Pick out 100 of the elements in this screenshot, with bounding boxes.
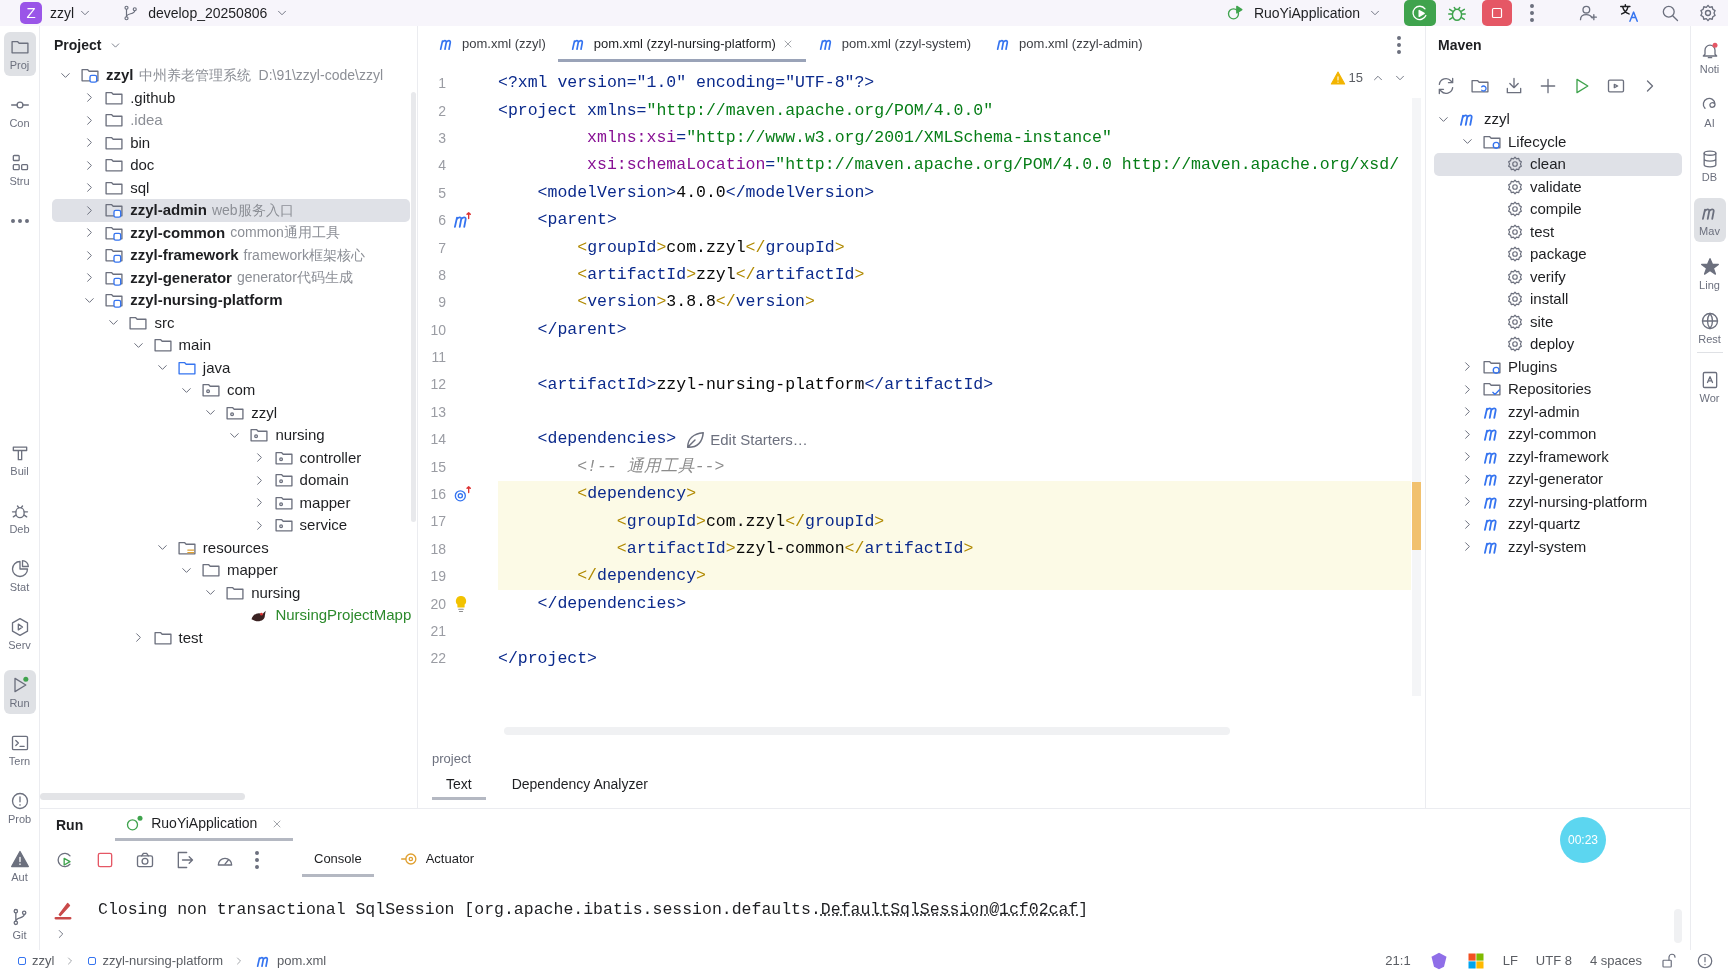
tree-row[interactable]: nursing: [52, 424, 410, 447]
tree-row[interactable]: zzyl: [52, 401, 410, 424]
tree-row[interactable]: resources: [52, 536, 410, 559]
tree-row[interactable]: mapper: [52, 491, 410, 514]
tree-row[interactable]: zzyl-nursing-platform: [1434, 490, 1682, 513]
editor-tab[interactable]: pom.xml (zzyl-system): [805, 28, 984, 62]
tree-row[interactable]: doc: [52, 154, 410, 177]
project-selector[interactable]: zzyl: [50, 2, 93, 24]
tree-row[interactable]: zzyl-common common通用工具: [52, 221, 410, 244]
tree-row[interactable]: test: [52, 626, 410, 649]
tool-window-button[interactable]: Stat: [3, 554, 36, 598]
breadcrumb-item[interactable]: zzyl-nursing-platform: [86, 951, 224, 971]
tool-window-button[interactable]: Run: [3, 670, 36, 714]
tree-row[interactable]: clean: [1434, 153, 1682, 176]
editor-view-tab[interactable]: Dependency Analyzer: [497, 772, 662, 800]
tree-row[interactable]: deploy: [1434, 333, 1682, 356]
tree-row[interactable]: zzyl-common: [1434, 423, 1682, 446]
tree-row[interactable]: Plugins: [1434, 355, 1682, 378]
tree-row[interactable]: mapper: [52, 559, 410, 582]
editor-breadcrumb[interactable]: project: [432, 748, 1425, 768]
tree-row[interactable]: verify: [1434, 265, 1682, 288]
tree-row[interactable]: package: [1434, 243, 1682, 266]
tree-row[interactable]: domain: [52, 469, 410, 492]
tree-row[interactable]: zzyl-generator: [1434, 468, 1682, 491]
indent-setting[interactable]: 4 spaces: [1589, 951, 1642, 971]
tool-window-button[interactable]: Aut: [3, 844, 36, 888]
tool-window-button[interactable]: Wor: [1693, 365, 1726, 409]
console-tab[interactable]: Console: [302, 843, 374, 877]
tree-row[interactable]: sql: [52, 176, 410, 199]
tree-row[interactable]: NursingProjectMapp: [52, 604, 410, 627]
caret-position[interactable]: 21:1: [1385, 951, 1411, 971]
tree-row[interactable]: zzyl-framework: [1434, 445, 1682, 468]
editor-view-tab[interactable]: Text: [432, 772, 486, 800]
tree-row[interactable]: Repositories: [1434, 378, 1682, 401]
tree-row[interactable]: Lifecycle: [1434, 130, 1682, 153]
tree-row[interactable]: zzyl-generator generator代码生成: [52, 266, 410, 289]
refresh-button[interactable]: [1436, 76, 1456, 96]
tool-window-button[interactable]: Prob: [3, 786, 36, 830]
tree-row[interactable]: zzyl-framework framework框架核心: [52, 244, 410, 267]
stop-button[interactable]: [1482, 0, 1512, 26]
editor-tab[interactable]: pom.xml (zzyl-admin): [983, 28, 1155, 62]
tree-row[interactable]: zzyl-nursing-platform: [52, 289, 410, 312]
search-button[interactable]: [1660, 3, 1680, 23]
tool-window-button[interactable]: Mav: [1693, 198, 1726, 242]
tool-window-button[interactable]: Deb: [3, 496, 36, 540]
tree-row[interactable]: main: [52, 334, 410, 357]
tool-window-button[interactable]: Ling: [1693, 252, 1726, 296]
tool-window-button[interactable]: Tern: [3, 728, 36, 772]
tree-row[interactable]: validate: [1434, 175, 1682, 198]
tool-window-button[interactable]: Con: [3, 90, 36, 134]
download-button[interactable]: [1504, 76, 1524, 96]
tree-row[interactable]: controller: [52, 446, 410, 469]
tree-row[interactable]: zzyl-admin web服务入口: [52, 199, 410, 222]
tree-row[interactable]: com: [52, 379, 410, 402]
project-badge[interactable]: Z: [20, 2, 42, 24]
breadcrumb-item[interactable]: zzyl: [16, 951, 55, 971]
more-button[interactable]: [1530, 4, 1534, 22]
tree-row[interactable]: bin: [52, 131, 410, 154]
tree-row[interactable]: zzyl: [1434, 108, 1682, 131]
tree-row[interactable]: src: [52, 311, 410, 334]
tree-row[interactable]: test: [1434, 220, 1682, 243]
more-button[interactable]: [1397, 36, 1401, 54]
tree-row[interactable]: java: [52, 356, 410, 379]
console-link[interactable]: DefaultSqlSession@1cf02caf: [820, 899, 1079, 919]
run-tab[interactable]: RuoYiApplication: [115, 809, 294, 841]
tree-row[interactable]: service: [52, 514, 410, 537]
editor-tab[interactable]: pom.xml (zzyl-nursing-platform): [557, 28, 806, 62]
run-config-selector[interactable]: RuoYiApplication: [1225, 2, 1382, 24]
tool-window-button[interactable]: Rest: [1693, 306, 1726, 350]
tool-window-button[interactable]: Git: [3, 902, 36, 946]
tree-row[interactable]: zzyl-system: [1434, 535, 1682, 558]
tree-row[interactable]: zzyl 中州养老管理系统 D:\91\zzyl-code\zzyl: [52, 64, 410, 87]
tool-window-button[interactable]: Stru: [3, 148, 36, 192]
tree-row[interactable]: compile: [1434, 198, 1682, 221]
tree-row[interactable]: site: [1434, 310, 1682, 333]
translate-button[interactable]: [1618, 2, 1640, 24]
run-button[interactable]: [1404, 0, 1436, 26]
tree-row[interactable]: zzyl-quartz: [1434, 513, 1682, 536]
scrollbar[interactable]: [411, 92, 416, 522]
more-button[interactable]: [252, 851, 262, 869]
warning-count[interactable]: 15: [1329, 68, 1363, 88]
tree-row[interactable]: .github: [52, 86, 410, 109]
tree-row[interactable]: zzyl-admin: [1434, 400, 1682, 423]
tool-window-button[interactable]: Proj: [3, 32, 36, 76]
editor-tab[interactable]: pom.xml (zzyl): [426, 28, 558, 62]
file-encoding[interactable]: UTF 8: [1535, 951, 1572, 971]
tool-window-button[interactable]: Buil: [3, 438, 36, 482]
branch-selector[interactable]: develop_20250806: [122, 2, 290, 24]
edit-starters-link[interactable]: Edit Starters…: [710, 428, 808, 451]
settings-button[interactable]: [1698, 3, 1718, 23]
scrollbar[interactable]: [40, 793, 245, 800]
plus-button[interactable]: [1538, 76, 1558, 96]
console-tab[interactable]: Actuator: [387, 843, 487, 877]
breadcrumb-item[interactable]: pom.xml: [255, 951, 327, 971]
tool-window-button[interactable]: Serv: [3, 612, 36, 656]
tool-window-button[interactable]: AI: [1693, 90, 1726, 134]
add-user-button[interactable]: [1578, 3, 1598, 23]
tool-window-button[interactable]: Noti: [1693, 36, 1726, 80]
tool-window-button[interactable]: DB: [1693, 144, 1726, 188]
line-ending[interactable]: LF: [1502, 951, 1518, 971]
